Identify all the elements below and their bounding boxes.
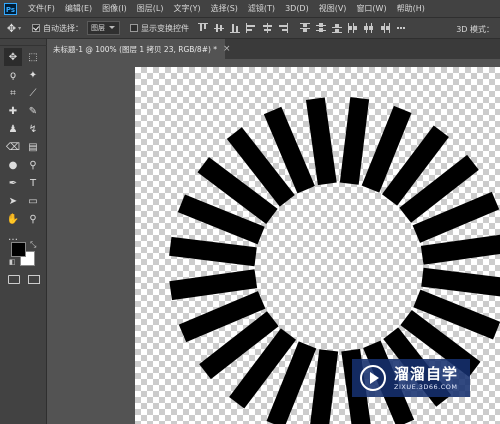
magic-wand-tool[interactable]: ✦ xyxy=(24,66,42,84)
align-buttons-group xyxy=(195,22,291,34)
move-tool-preset-icon[interactable]: ✥ ▾ xyxy=(0,22,28,35)
align-vertical-center-icon[interactable] xyxy=(213,22,225,34)
menu-filter[interactable]: 滤镜(T) xyxy=(243,0,280,17)
type-tool[interactable]: T xyxy=(24,174,42,192)
watermark-overlay: 溜溜自学 ZIXUE.3D66.COM xyxy=(352,359,470,397)
document-tab-title: 未标题-1 @ 100% (图层 1 拷贝 23, RGB/8#) * xyxy=(53,44,218,54)
menu-layer[interactable]: 图层(L) xyxy=(132,0,169,17)
menu-3d[interactable]: 3D(D) xyxy=(280,0,314,17)
document-tab-bar: 未标题-1 @ 100% (图层 1 拷贝 23, RGB/8#) * × xyxy=(47,39,500,59)
history-brush-tool[interactable]: ↯ xyxy=(24,120,42,138)
play-logo-icon xyxy=(360,365,386,391)
lasso-tool[interactable]: ϙ xyxy=(4,66,22,84)
distribute-vertical-center-icon[interactable] xyxy=(315,22,327,34)
hand-tool[interactable]: ✋ xyxy=(4,210,22,228)
menu-image[interactable]: 图像(I) xyxy=(97,0,132,17)
photoshop-logo-icon: Ps xyxy=(4,2,17,15)
auto-select-target-dropdown[interactable]: 图层 xyxy=(87,21,120,35)
menu-select[interactable]: 选择(S) xyxy=(206,0,243,17)
align-right-icon[interactable] xyxy=(277,22,289,34)
distribute-bottom-icon[interactable] xyxy=(331,22,343,34)
align-top-icon[interactable] xyxy=(197,22,209,34)
align-left-icon[interactable] xyxy=(245,22,257,34)
options-bar: ✥ ▾ 自动选择： 图层 显示变换控件 3D 模式： xyxy=(0,17,500,39)
distribute-buttons-group xyxy=(297,22,409,34)
align-bottom-icon[interactable] xyxy=(229,22,241,34)
healing-brush-tool[interactable]: ✚ xyxy=(4,102,22,120)
burst-ray xyxy=(305,97,337,186)
eraser-tool[interactable]: ⌫ xyxy=(4,138,22,156)
show-transform-controls-checkbox[interactable] xyxy=(130,24,138,32)
move-tool[interactable]: ✥ xyxy=(4,48,22,66)
menu-edit[interactable]: 编辑(E) xyxy=(60,0,97,17)
watermark-text: 溜溜自学 ZIXUE.3D66.COM xyxy=(394,365,458,391)
auto-select-label: 自动选择： xyxy=(43,23,83,33)
3d-mode-label: 3D 模式： xyxy=(456,25,494,34)
burst-ray xyxy=(308,349,339,424)
path-selection-tool[interactable]: ➤ xyxy=(4,192,22,210)
more-options-icon[interactable] xyxy=(395,22,407,34)
watermark-url: ZIXUE.3D66.COM xyxy=(394,383,458,391)
burst-ray xyxy=(421,267,500,298)
distribute-right-icon[interactable] xyxy=(379,22,391,34)
default-colors-icon[interactable]: ◧ xyxy=(9,258,16,266)
distribute-left-icon[interactable] xyxy=(347,22,359,34)
distribute-horizontal-center-icon[interactable] xyxy=(363,22,375,34)
tools-panel: ✥ ⬚ ϙ ✦ ⌗ ⟋ ✚ ✎ ♟ ↯ ⌫ ▤ ● ⚲ ✒ T ➤ ▭ ✋ ⚲… ⤡ ◧ xyxy=(0,39,47,424)
gradient-tool[interactable]: ▤ xyxy=(24,138,42,156)
distribute-top-icon[interactable] xyxy=(299,22,311,34)
show-transform-controls-label: 显示变换控件 xyxy=(141,23,189,33)
burst-ray xyxy=(339,97,370,185)
screen-mode-icon[interactable] xyxy=(28,275,40,284)
foreground-color-swatch[interactable] xyxy=(11,242,26,257)
swap-colors-icon[interactable]: ⤡ xyxy=(30,240,36,250)
clone-stamp-tool[interactable]: ♟ xyxy=(4,120,22,138)
zoom-tool[interactable]: ⚲ xyxy=(24,210,42,228)
menu-bar: Ps 文件(F) 编辑(E) 图像(I) 图层(L) 文字(Y) 选择(S) 滤… xyxy=(0,0,500,17)
crop-tool[interactable]: ⌗ xyxy=(4,84,22,102)
burst-ray xyxy=(420,233,500,265)
burst-ray xyxy=(169,236,257,267)
menu-file[interactable]: 文件(F) xyxy=(23,0,60,17)
marquee-tool[interactable]: ⬚ xyxy=(24,48,42,66)
shape-tool[interactable]: ▭ xyxy=(24,192,42,210)
quick-mask-icon[interactable] xyxy=(8,275,20,284)
brush-tool[interactable]: ✎ xyxy=(24,102,42,120)
tools-panel-grip[interactable] xyxy=(0,39,47,46)
menu-type[interactable]: 文字(Y) xyxy=(168,0,205,17)
watermark-title: 溜溜自学 xyxy=(394,365,459,383)
menu-window[interactable]: 窗口(W) xyxy=(351,0,391,17)
burst-ray xyxy=(169,269,258,301)
align-horizontal-center-icon[interactable] xyxy=(261,22,273,34)
auto-select-checkbox[interactable] xyxy=(32,24,40,32)
eyedropper-tool[interactable]: ⟋ xyxy=(24,84,42,102)
close-tab-icon[interactable]: × xyxy=(223,44,231,54)
pen-tool[interactable]: ✒ xyxy=(4,174,22,192)
menu-help[interactable]: 帮助(H) xyxy=(392,0,430,17)
document-tab[interactable]: 未标题-1 @ 100% (图层 1 拷贝 23, RGB/8#) * × xyxy=(47,39,231,59)
blur-tool[interactable]: ● xyxy=(4,156,22,174)
menu-view[interactable]: 视图(V) xyxy=(314,0,352,17)
dodge-tool[interactable]: ⚲ xyxy=(24,156,42,174)
